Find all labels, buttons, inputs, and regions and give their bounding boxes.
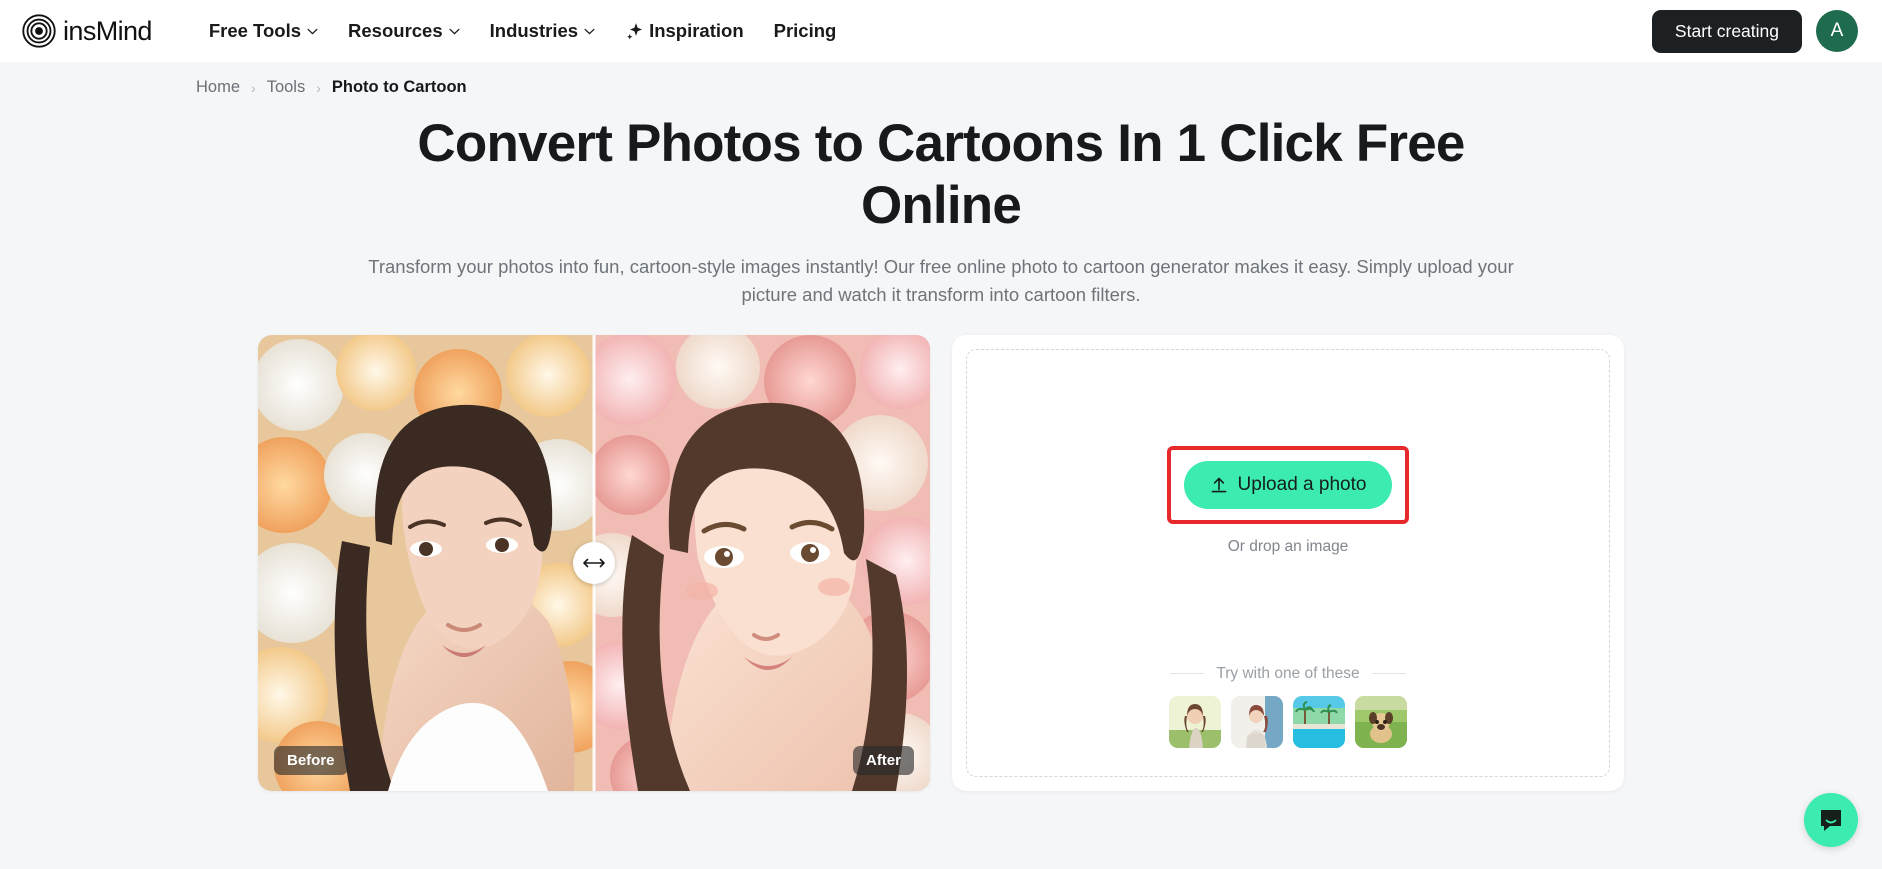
file-dropzone[interactable]: Upload a photo Or drop an image Try with… <box>966 348 1610 777</box>
start-creating-button[interactable]: Start creating <box>1651 9 1802 53</box>
sample-thumbnail-pug-on-grass[interactable] <box>1355 695 1407 748</box>
user-avatar[interactable]: A <box>1816 10 1858 52</box>
nav-item-industries[interactable]: Industries <box>475 12 610 50</box>
nav-label: Pricing <box>773 20 837 41</box>
sample-label-text: Try with one of these <box>1216 664 1360 682</box>
after-image <box>570 334 930 791</box>
upload-arrow-icon <box>1211 477 1226 492</box>
header-actions: Start creating A <box>1651 9 1864 53</box>
chevron-down-icon <box>449 28 460 34</box>
divider-line <box>1371 673 1406 674</box>
site-header: insMind Free Tools Resources Industries <box>0 0 1882 62</box>
sample-thumbnails <box>1169 695 1407 748</box>
sparkle-icon <box>627 22 643 39</box>
upload-button-label: Upload a photo <box>1237 473 1367 495</box>
breadcrumb-tools[interactable]: Tools <box>267 78 306 97</box>
upload-photo-button[interactable]: Upload a photo <box>1183 460 1393 509</box>
divider-line <box>1170 673 1205 674</box>
nav-item-resources[interactable]: Resources <box>333 12 475 50</box>
nav-item-inspiration[interactable]: Inspiration <box>610 12 759 50</box>
sample-thumbnail-pool-with-palms[interactable] <box>1293 695 1345 748</box>
chat-bubble-icon <box>1821 810 1841 831</box>
chevron-down-icon <box>307 28 318 34</box>
hero-section: Convert Photos to Cartoons In 1 Click Fr… <box>0 97 1882 309</box>
before-image <box>258 334 616 791</box>
nav-label: Inspiration <box>649 20 744 41</box>
upload-card: Upload a photo Or drop an image Try with… <box>952 334 1624 791</box>
sample-thumbnail-woman-in-field[interactable] <box>1169 695 1221 748</box>
before-label: Before <box>274 745 348 775</box>
concentric-rings-logo-icon <box>22 14 56 48</box>
sample-images-section: Try with one of these <box>967 665 1609 748</box>
main-content: Before After Upload a photo Or drop an i… <box>0 334 1882 791</box>
brand-logo[interactable]: insMind <box>18 14 152 48</box>
main-navigation: Free Tools Resources Industries Inspirat… <box>194 12 852 50</box>
chat-widget-button[interactable] <box>1804 793 1858 847</box>
upload-button-highlight: Upload a photo <box>1166 445 1410 524</box>
nav-item-free-tools[interactable]: Free Tools <box>194 12 333 50</box>
page-subtitle: Transform your photos into fun, cartoon-… <box>368 256 1514 305</box>
sample-images-label: Try with one of these <box>1170 664 1406 683</box>
horizontal-resize-arrows-icon <box>583 558 605 567</box>
nav-label: Industries <box>489 20 579 41</box>
brand-name: insMind <box>63 15 152 46</box>
after-label: After <box>852 745 914 775</box>
breadcrumb: Home › Tools › Photo to Cartoon <box>0 62 1882 97</box>
page-title: Convert Photos to Cartoons In 1 Click Fr… <box>417 114 1465 235</box>
nav-label: Resources <box>348 20 443 41</box>
breadcrumb-current: Photo to Cartoon <box>331 78 467 96</box>
comparison-slider-handle[interactable] <box>573 541 615 584</box>
before-after-comparison[interactable]: Before After <box>258 334 930 791</box>
chevron-down-icon <box>584 28 595 34</box>
breadcrumb-separator-icon: › <box>251 79 256 96</box>
breadcrumb-home[interactable]: Home <box>196 78 240 97</box>
nav-label: Free Tools <box>208 20 302 41</box>
sample-thumbnail-woman-by-wall[interactable] <box>1231 695 1283 748</box>
drop-hint-text: Or drop an image <box>1227 537 1349 555</box>
breadcrumb-separator-icon: › <box>316 79 321 96</box>
nav-item-pricing[interactable]: Pricing <box>759 12 852 50</box>
